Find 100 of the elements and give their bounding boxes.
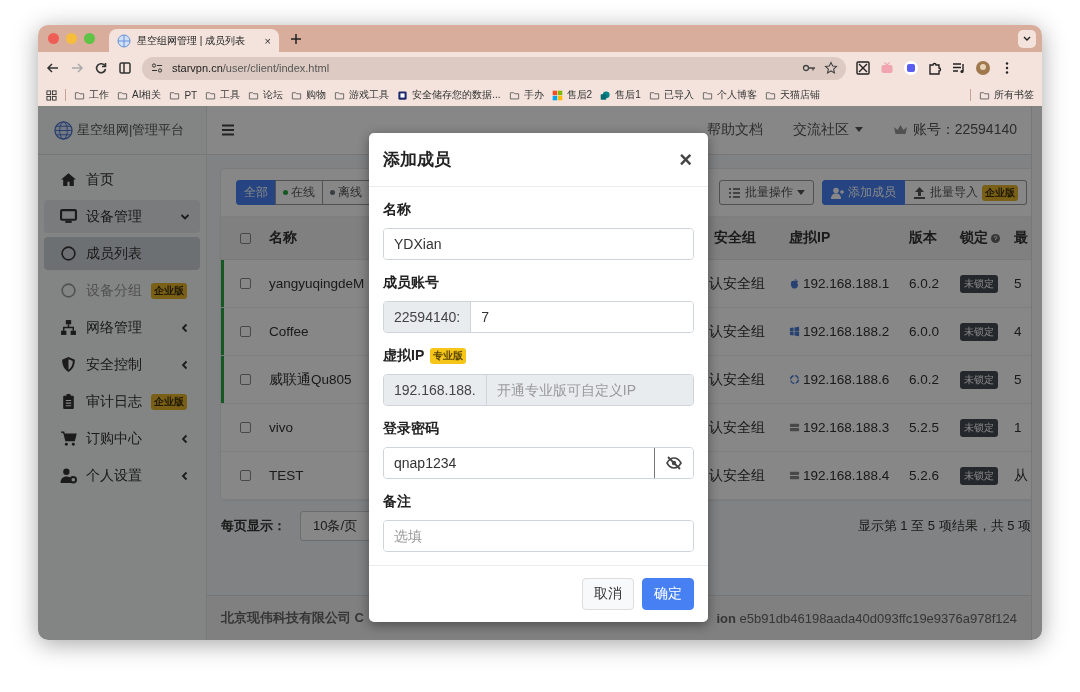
bookmark[interactable]: 已导入	[648, 88, 694, 102]
batch-import-button[interactable]: 批量导入 企业版	[905, 180, 1027, 205]
checkbox[interactable]	[240, 326, 251, 337]
bookmark[interactable]: PT	[169, 89, 198, 101]
filter-button[interactable]: 离线	[322, 180, 370, 205]
split-view-icon[interactable]	[118, 61, 132, 75]
edition-badge: 企业版	[151, 282, 187, 299]
filter-button[interactable]: 在线	[275, 180, 323, 205]
bookmark[interactable]: 工具	[205, 88, 241, 102]
browser-tab[interactable]: 星空组网管理 | 成员列表 ×	[109, 29, 279, 52]
crown-icon	[892, 124, 908, 136]
status-dot	[283, 190, 288, 195]
media-icon[interactable]	[952, 61, 966, 75]
table-cell: 192.168.188.1	[803, 276, 890, 291]
column-header: 安全组	[714, 229, 756, 247]
apps-grid-icon[interactable]	[46, 89, 57, 101]
table-cell: 192.168.188.3	[803, 420, 890, 435]
checkbox[interactable]	[240, 232, 251, 244]
password-field[interactable]: qnap1234	[383, 447, 694, 479]
folder-icon	[701, 89, 713, 101]
nav-link[interactable]: 帮助文档	[706, 121, 763, 139]
sidebar-item[interactable]: 安全控制	[44, 348, 200, 381]
close-button[interactable]: ×	[677, 148, 694, 171]
star-icon[interactable]	[824, 61, 838, 75]
bookmark[interactable]: 售后1	[600, 88, 641, 102]
folder-icon	[169, 89, 181, 101]
field-label: 成员账号	[383, 274, 439, 292]
server-icon	[789, 470, 800, 481]
sidebar-item[interactable]: 设备管理	[44, 200, 200, 233]
field-label: 登录密码	[383, 420, 439, 438]
folder-icon	[334, 89, 346, 101]
shield-icon	[60, 356, 77, 373]
bookmark[interactable]: 安全储存您的数据...	[397, 88, 501, 102]
table-cell: 6.0.2	[909, 276, 940, 291]
clipboard-icon	[60, 393, 77, 410]
page-size-select[interactable]: 10条/页	[300, 511, 372, 541]
input-field[interactable]: 选填	[383, 520, 694, 552]
tiles-icon	[551, 89, 563, 101]
sidebar-item[interactable]: 审计日志 企业版	[44, 385, 200, 418]
field-label: 备注	[383, 493, 411, 511]
bookmark[interactable]: 售后2	[551, 88, 593, 102]
lock-status-badge: 未锁定	[960, 370, 998, 389]
visibility-toggle[interactable]	[654, 448, 693, 478]
dialog-title: 添加成员	[383, 149, 451, 171]
checkbox[interactable]	[240, 422, 251, 433]
nav-link[interactable]: 交流社区	[792, 121, 863, 139]
scrollbar[interactable]	[1031, 106, 1042, 640]
bookmark[interactable]: 所有书签	[979, 88, 1034, 102]
input-field[interactable]: 22594140: 7	[383, 301, 694, 333]
reload-icon[interactable]	[94, 61, 108, 75]
globe-icon	[117, 33, 131, 48]
folder-icon	[979, 89, 990, 101]
column-header: 虚拟IP	[789, 229, 831, 247]
table-cell: 1	[1014, 420, 1022, 435]
checkbox[interactable]	[240, 374, 251, 385]
puzzle-icon[interactable]	[928, 61, 942, 75]
table-cell: 5.2.6	[909, 468, 940, 483]
avatar-icon[interactable]	[976, 61, 990, 75]
menu-icon[interactable]	[221, 123, 235, 137]
extension-app-icon[interactable]	[904, 61, 918, 75]
bookmark[interactable]: AI相关	[117, 88, 162, 102]
folder-icon	[291, 89, 303, 101]
table-cell: 认安全组	[709, 370, 765, 389]
bookmark[interactable]: 工作	[74, 88, 109, 102]
tab-menu-button[interactable]	[1018, 29, 1036, 48]
sidebar-item[interactable]: 首页	[44, 163, 200, 196]
bookmark[interactable]: 个人博客	[701, 88, 757, 102]
monitor-icon	[60, 208, 77, 225]
sidebar-item[interactable]: 网络管理	[44, 311, 200, 344]
confirm-button[interactable]: 确定	[642, 578, 694, 610]
bookmark[interactable]: 游戏工具	[334, 88, 390, 102]
back-icon[interactable]	[46, 61, 60, 75]
close-tab-icon[interactable]: ×	[264, 34, 271, 47]
input-field[interactable]: YDXian	[383, 228, 694, 260]
new-tab-icon[interactable]	[289, 31, 303, 46]
table-cell: 5.2.5	[909, 420, 940, 435]
site-settings-icon	[150, 61, 164, 75]
bookmark[interactable]: 手办	[508, 88, 544, 102]
bookmark[interactable]: 购物	[291, 88, 327, 102]
table-cell: 认安全组	[709, 274, 765, 293]
bookmark[interactable]: 论坛	[248, 88, 284, 102]
result-summary: 显示第 1 至 5 项结果，共 5 项	[857, 517, 1031, 535]
cancel-button[interactable]: 取消	[582, 578, 634, 610]
company-name: 北京现伟科技有限公司 C	[221, 609, 364, 627]
table-cell: 6.0.2	[909, 372, 940, 387]
batch-actions-dropdown[interactable]: 批量操作	[719, 180, 814, 205]
table-cell: yangyuqingdeM	[269, 276, 365, 291]
status-dot	[330, 190, 335, 195]
table-cell: 192.168.188.6	[803, 372, 890, 387]
column-header: 版本	[909, 229, 937, 247]
cloud-icon	[600, 89, 612, 101]
sidebar-item[interactable]: 订购中心	[44, 422, 200, 455]
checkbox[interactable]	[240, 470, 251, 481]
checkbox[interactable]	[240, 278, 251, 289]
sidebar-item[interactable]: 个人设置	[44, 459, 200, 492]
address-bar[interactable]: starvpn.cn/user/client/index.html	[142, 56, 846, 80]
sidebar-item[interactable]: 成员列表	[44, 237, 200, 270]
bookmark[interactable]: 天猫店铺	[764, 88, 820, 102]
table-cell: 威联通Qu805	[269, 370, 352, 389]
circle-icon	[60, 282, 77, 299]
